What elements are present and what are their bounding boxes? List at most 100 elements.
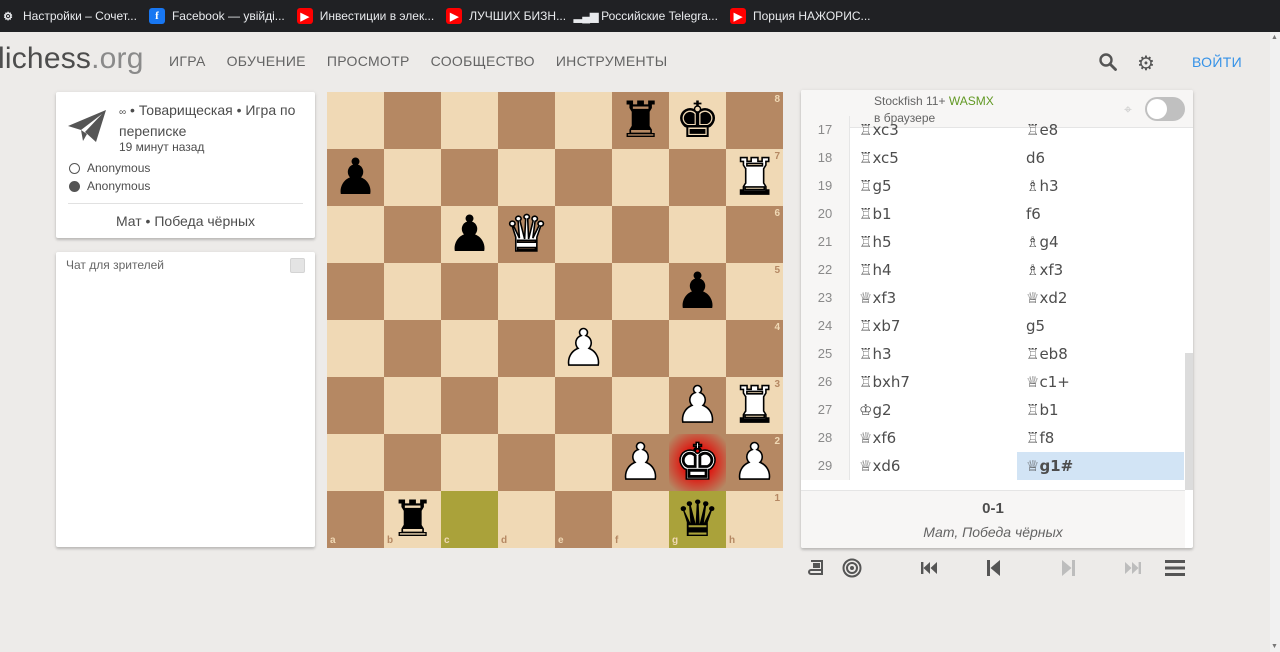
white-move[interactable]: ♖bxh7	[850, 368, 1017, 396]
nav-watch[interactable]: ПРОСМОТР	[327, 53, 410, 69]
white-move[interactable]: ♖h3	[850, 340, 1017, 368]
scroll-thumb[interactable]	[1185, 353, 1193, 490]
square-h6[interactable]: 6	[726, 206, 783, 263]
menu-icon[interactable]	[1165, 554, 1185, 585]
black-piece[interactable]: ♜	[618, 92, 663, 149]
black-move[interactable]: ♖eb8	[1017, 340, 1184, 368]
square-g8[interactable]: ♚	[669, 92, 726, 149]
next-move-icon[interactable]	[1062, 554, 1076, 586]
gear-icon[interactable]: ⚙	[1137, 51, 1155, 76]
square-f8[interactable]: ♜	[612, 92, 669, 149]
square-b8[interactable]	[384, 92, 441, 149]
chess-board[interactable]: ♜ ♚ 8 ♟ 7 ♜ ♟ ♛ 6 ♟ 5 ♟ 4 ♟ 3 ♜ ♟ ♚ 2 ♟ a b ♜ c d e f g ♛ 1 h	[327, 92, 783, 548]
square-d6[interactable]: ♛	[498, 205, 555, 264]
square-a4[interactable]	[327, 320, 384, 377]
white-move[interactable]: ♕xd6	[850, 452, 1017, 480]
square-d5[interactable]	[498, 263, 555, 320]
black-piece[interactable]: ♟	[333, 149, 378, 206]
square-g1[interactable]: g ♛	[669, 491, 726, 548]
white-move[interactable]: ♔g2	[850, 396, 1017, 424]
square-g3[interactable]: ♟	[669, 376, 726, 434]
white-piece[interactable]: ♚	[674, 433, 720, 492]
square-c8[interactable]	[441, 92, 498, 149]
square-e2[interactable]	[555, 434, 612, 491]
white-piece[interactable]: ♟	[560, 319, 606, 378]
moves-scrollbar[interactable]	[1185, 128, 1193, 490]
login-link[interactable]: ВОЙТИ	[1192, 54, 1242, 70]
black-move[interactable]: d6	[1017, 144, 1184, 172]
square-e6[interactable]	[555, 206, 612, 263]
square-a3[interactable]	[327, 377, 384, 434]
nav-play[interactable]: ИГРА	[169, 53, 206, 69]
search-icon[interactable]	[1099, 53, 1117, 76]
site-logo[interactable]: lichess.org	[0, 42, 144, 76]
square-f7[interactable]	[612, 149, 669, 206]
practice-target-icon[interactable]	[842, 554, 862, 587]
square-b7[interactable]	[384, 149, 441, 206]
square-a2[interactable]	[327, 434, 384, 491]
square-h2[interactable]: 2 ♟	[726, 433, 783, 492]
black-move[interactable]: ♕xd2	[1017, 284, 1184, 312]
square-f1[interactable]: f	[612, 491, 669, 548]
square-d1[interactable]: d	[498, 491, 555, 548]
prev-move-icon[interactable]	[986, 554, 1000, 586]
square-e3[interactable]	[555, 377, 612, 434]
square-c1[interactable]: c	[441, 491, 498, 548]
square-g2[interactable]: ♚	[669, 433, 726, 492]
player-black[interactable]: Anonymous	[69, 179, 150, 193]
white-piece[interactable]: ♛	[503, 205, 549, 264]
black-piece[interactable]: ♟	[675, 263, 720, 320]
square-c4[interactable]	[441, 320, 498, 377]
white-piece[interactable]: ♜	[731, 148, 777, 207]
white-move[interactable]: ♖h4	[850, 256, 1017, 284]
black-move[interactable]: ♕g1#	[1017, 452, 1184, 480]
black-piece[interactable]: ♜	[390, 491, 435, 548]
white-move[interactable]: ♖h5	[850, 228, 1017, 256]
square-g7[interactable]	[669, 149, 726, 206]
bookmark-portion[interactable]: ▶ Порция НАЖОРИС...	[724, 0, 877, 32]
square-c7[interactable]	[441, 149, 498, 206]
square-f5[interactable]	[612, 263, 669, 320]
scroll-up-icon[interactable]: ▲	[1271, 34, 1278, 41]
square-h3[interactable]: 3 ♜	[726, 376, 783, 434]
square-b5[interactable]	[384, 263, 441, 320]
square-d2[interactable]	[498, 434, 555, 491]
first-move-icon[interactable]	[920, 554, 938, 584]
square-f4[interactable]	[612, 320, 669, 377]
black-piece[interactable]: ♛	[675, 491, 720, 548]
square-e1[interactable]: e	[555, 491, 612, 548]
nav-learn[interactable]: ОБУЧЕНИЕ	[227, 53, 306, 69]
player-white[interactable]: Anonymous	[69, 161, 150, 175]
black-move[interactable]: f6	[1017, 200, 1184, 228]
square-f2[interactable]: ♟	[612, 433, 669, 492]
book-icon[interactable]	[807, 554, 827, 587]
bookmark-facebook[interactable]: f Facebook — увійді...	[143, 0, 291, 32]
square-h1[interactable]: 1h	[726, 491, 783, 548]
black-move[interactable]: ♕c1+	[1017, 368, 1184, 396]
square-h8[interactable]: 8	[726, 92, 783, 149]
black-move[interactable]: ♗h3	[1017, 172, 1184, 200]
black-move[interactable]: ♖b1	[1017, 396, 1184, 424]
square-g5[interactable]: ♟	[669, 263, 726, 320]
square-f3[interactable]	[612, 377, 669, 434]
square-b1[interactable]: b ♜	[384, 491, 441, 548]
bookmark-telegram[interactable]: ▂▄▆ Российские Telegra...	[572, 0, 724, 32]
square-b2[interactable]	[384, 434, 441, 491]
square-a6[interactable]	[327, 206, 384, 263]
white-piece[interactable]: ♟	[617, 433, 663, 492]
square-a5[interactable]	[327, 263, 384, 320]
square-c5[interactable]	[441, 263, 498, 320]
square-d3[interactable]	[498, 377, 555, 434]
square-d4[interactable]	[498, 320, 555, 377]
black-piece[interactable]: ♟	[447, 206, 492, 263]
last-move-icon[interactable]	[1124, 554, 1142, 584]
white-piece[interactable]: ♟	[731, 433, 777, 492]
white-move[interactable]: ♖xb7	[850, 312, 1017, 340]
square-c2[interactable]	[441, 434, 498, 491]
square-b4[interactable]	[384, 320, 441, 377]
black-piece[interactable]: ♚	[675, 92, 720, 149]
white-move[interactable]: ♖b1	[850, 200, 1017, 228]
square-a8[interactable]	[327, 92, 384, 149]
nav-tools[interactable]: ИНСТРУМЕНТЫ	[556, 53, 668, 69]
square-h4[interactable]: 4	[726, 320, 783, 377]
